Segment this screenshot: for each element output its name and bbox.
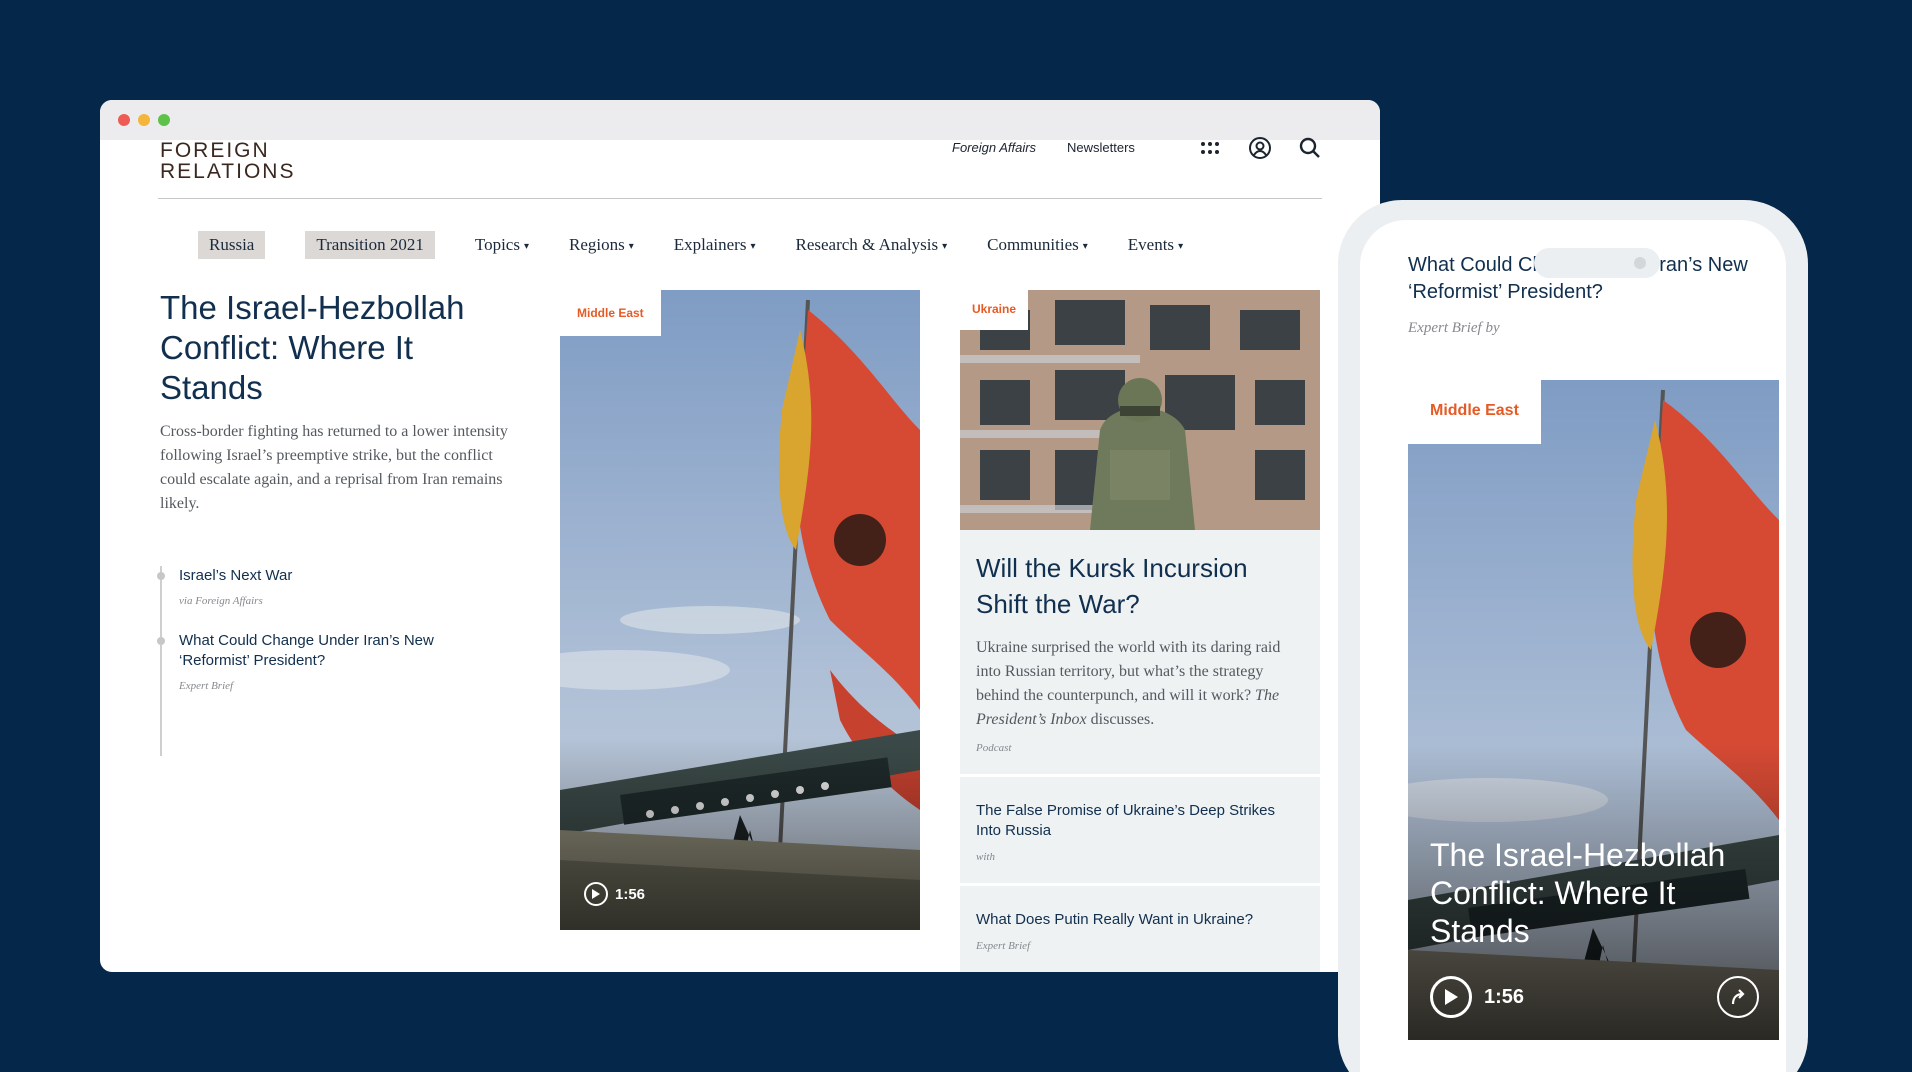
nav-item-events[interactable]: Events ▾ bbox=[1128, 235, 1183, 255]
phone-feature-card[interactable]: Middle East The Israel-Hezbollah Conflic… bbox=[1408, 380, 1779, 1040]
header-divider bbox=[158, 198, 1322, 199]
ukraine-headline[interactable]: Will the Kursk Incursion Shift the War? bbox=[960, 530, 1320, 622]
phone-article-meta: Expert Brief by bbox=[1408, 320, 1500, 336]
ukraine-subitem-title[interactable]: The False Promise of Ukraine’s Deep Stri… bbox=[960, 777, 1320, 841]
browser-titlebar bbox=[100, 100, 1380, 140]
related-links: Israel’s Next War via Foreign Affairs Wh… bbox=[157, 566, 480, 756]
play-icon bbox=[584, 882, 608, 906]
flag-photo bbox=[560, 290, 920, 930]
caret-down-icon: ▾ bbox=[750, 240, 756, 252]
user-icon[interactable] bbox=[1246, 134, 1274, 162]
browser-window: FOREIGN RELATIONS Foreign Affairs Newsle… bbox=[100, 100, 1380, 972]
related-item[interactable]: What Could Change Under Iran’s New ‘Refo… bbox=[157, 631, 480, 692]
related-meta: via Foreign Affairs bbox=[179, 595, 263, 607]
nav-item-communities[interactable]: Communities ▾ bbox=[987, 235, 1088, 255]
dek-text: Ukraine surprised the world with its dar… bbox=[976, 639, 1281, 704]
site-page: FOREIGN RELATIONS Foreign Affairs Newsle… bbox=[100, 137, 1380, 972]
nav-item-regions[interactable]: Regions ▾ bbox=[569, 235, 634, 255]
nav-item-explainers[interactable]: Explainers ▾ bbox=[674, 235, 756, 255]
nav-label: Explainers bbox=[673, 235, 747, 254]
search-icon[interactable] bbox=[1296, 134, 1324, 162]
nav-label: Communities bbox=[987, 235, 1079, 254]
close-window-button[interactable] bbox=[118, 114, 130, 126]
grid-menu-icon[interactable] bbox=[1196, 134, 1224, 162]
main-nav: Russia Transition 2021 Topics ▾ Regions ▾ … bbox=[158, 230, 1322, 260]
ukraine-column: Ukraine Will the Kursk Incursion Shift t… bbox=[960, 290, 1320, 972]
ukraine-subitem-meta: with bbox=[976, 851, 995, 863]
nav-label: Research & Analysis bbox=[795, 235, 939, 254]
share-icon[interactable] bbox=[1717, 976, 1759, 1018]
logo-line-2: RELATIONS bbox=[160, 160, 296, 183]
caret-down-icon: ▾ bbox=[942, 240, 948, 252]
video-duration: 1:56 bbox=[615, 885, 646, 903]
play-button[interactable]: 1:56 bbox=[584, 882, 645, 906]
caret-down-icon: ▾ bbox=[628, 240, 634, 252]
phone-feature-headline[interactable]: The Israel-Hezbollah Conflict: Where It … bbox=[1430, 836, 1750, 950]
ukraine-dek: Ukraine surprised the world with its dar… bbox=[960, 622, 1320, 732]
foreign-affairs-link[interactable]: Foreign Affairs bbox=[952, 140, 1036, 155]
phone-frame: What Could Change Under Iran’s New ‘Refo… bbox=[1338, 200, 1808, 1072]
dek-text-end: discusses. bbox=[1090, 711, 1155, 728]
lead-dek: Cross-border fighting has returned to a … bbox=[160, 423, 508, 512]
maximize-window-button[interactable] bbox=[158, 114, 170, 126]
ukraine-subitem-title[interactable]: What Does Putin Really Want in Ukraine? bbox=[960, 886, 1320, 930]
nav-label: Events bbox=[1127, 235, 1175, 254]
logo-line-1: FOREIGN bbox=[160, 139, 270, 162]
ukraine-tag[interactable]: Ukraine bbox=[960, 290, 1029, 330]
minimize-window-button[interactable] bbox=[138, 114, 150, 126]
caret-down-icon: ▾ bbox=[1082, 240, 1088, 252]
nav-label: Regions bbox=[569, 235, 625, 254]
nav-pill-transition-2021[interactable]: Transition 2021 bbox=[305, 231, 435, 259]
caret-down-icon: ▾ bbox=[1178, 240, 1184, 252]
caret-down-icon: ▾ bbox=[523, 240, 529, 252]
feature-video[interactable]: Middle East 1:56 bbox=[560, 290, 920, 930]
nav-item-research-analysis[interactable]: Research & Analysis ▾ bbox=[796, 235, 948, 255]
feature-tag[interactable]: Middle East bbox=[560, 290, 661, 336]
nav-pill-russia[interactable]: Russia bbox=[198, 231, 266, 259]
related-meta: Expert Brief bbox=[179, 680, 234, 692]
related-title[interactable]: What Could Change Under Iran’s New ‘Refo… bbox=[179, 631, 480, 671]
ukraine-photo[interactable]: Ukraine bbox=[960, 290, 1320, 530]
related-title[interactable]: Israel’s Next War bbox=[179, 566, 480, 586]
camera-icon bbox=[1634, 257, 1646, 269]
phone-screen: What Could Change Under Iran’s New ‘Refo… bbox=[1360, 220, 1786, 1072]
play-icon bbox=[1430, 976, 1472, 1018]
related-item[interactable]: Israel’s Next War via Foreign Affairs bbox=[157, 566, 480, 607]
site-logo[interactable]: FOREIGN RELATIONS bbox=[160, 140, 295, 182]
phone-play-button[interactable]: 1:56 bbox=[1430, 976, 1524, 1018]
lead-headline[interactable]: The Israel-Hezbollah Conflict: Where It … bbox=[160, 288, 500, 408]
ukraine-subitem-meta: Expert Brief bbox=[976, 940, 1031, 952]
newsletters-link[interactable]: Newsletters bbox=[1067, 140, 1135, 155]
nav-item-topics[interactable]: Topics ▾ bbox=[475, 235, 529, 255]
phone-notch bbox=[1534, 248, 1660, 278]
phone-feature-tag[interactable]: Middle East bbox=[1408, 380, 1541, 444]
ukraine-meta: Podcast bbox=[976, 742, 1012, 754]
nav-label: Topics bbox=[474, 235, 520, 254]
phone-video-duration: 1:56 bbox=[1484, 985, 1525, 1008]
